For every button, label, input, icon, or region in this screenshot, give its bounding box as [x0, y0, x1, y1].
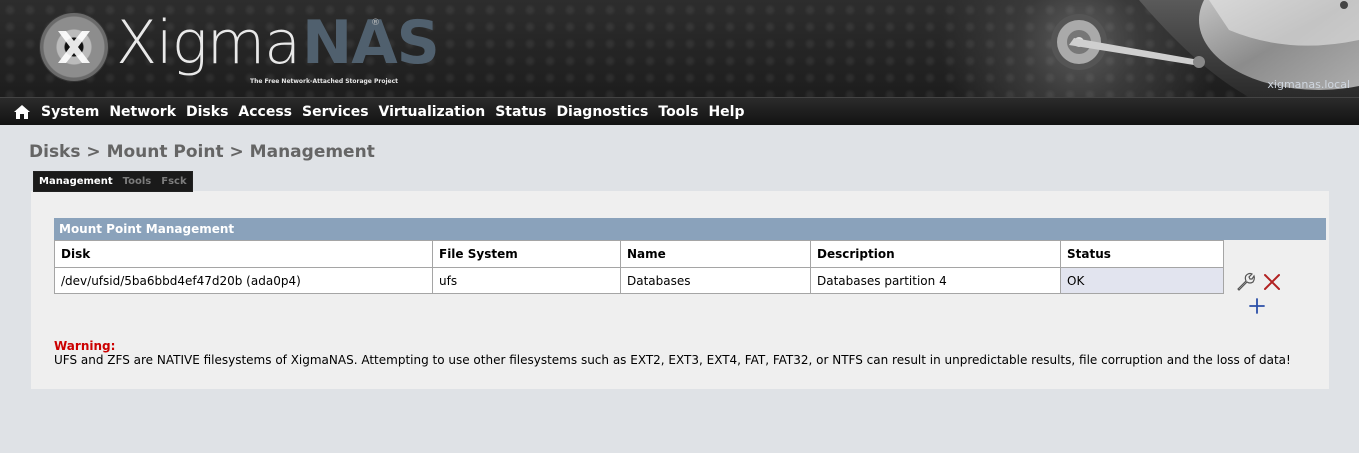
warning-body: UFS and ZFS are NATIVE filesystems of Xi… [54, 353, 1291, 367]
menu-tools[interactable]: Tools [658, 104, 698, 120]
tab-fsck[interactable]: Fsck [156, 172, 191, 191]
logo-tagline: The Free Network-Attached Storage Projec… [250, 78, 398, 85]
menu-diagnostics[interactable]: Diagnostics [556, 104, 648, 120]
tab-tools[interactable]: Tools [118, 172, 157, 191]
main-menu-bar: System Network Disks Access Services Vir… [0, 97, 1359, 125]
delete-x-icon[interactable] [1262, 272, 1282, 292]
column-header-status: Status [1060, 240, 1224, 268]
tab-bar: Management Tools Fsck [33, 171, 193, 192]
menu-disks[interactable]: Disks [186, 104, 228, 120]
cell-disk: /dev/ufsid/5ba6bbd4ef47d20b (ada0p4) [54, 267, 433, 294]
column-header-description: Description [810, 240, 1061, 268]
cell-status: OK [1060, 267, 1224, 294]
cell-name: Databases [620, 267, 811, 294]
mount-point-table: Disk File System Name Description Status… [54, 240, 1224, 294]
column-header-disk: Disk [54, 240, 433, 268]
menu-system[interactable]: System [41, 104, 99, 120]
header-banner: XigmaNAS ® The Free Network-Attached Sto… [0, 0, 1359, 97]
menu-access[interactable]: Access [238, 104, 292, 120]
column-header-name: Name [620, 240, 811, 268]
cell-file-system: ufs [432, 267, 621, 294]
table-header-row: Disk File System Name Description Status [54, 240, 1224, 268]
hostname-label: xigmanas.local [1267, 78, 1350, 91]
cell-description: Databases partition 4 [810, 267, 1061, 294]
table-row[interactable]: /dev/ufsid/5ba6bbd4ef47d20b (ada0p4) ufs… [54, 267, 1224, 294]
add-plus-icon[interactable] [1249, 298, 1265, 314]
logo-xigma: Xigma [116, 8, 301, 78]
menu-network[interactable]: Network [109, 104, 176, 120]
home-icon[interactable] [13, 104, 31, 120]
menu-help[interactable]: Help [708, 104, 744, 120]
menu-services[interactable]: Services [302, 104, 369, 120]
logo-registered-mark: ® [371, 18, 380, 28]
column-header-file-system: File System [432, 240, 621, 268]
logo-text: XigmaNAS [116, 6, 440, 80]
xigmanas-logo[interactable]: XigmaNAS ® The Free Network-Attached Sto… [40, 6, 440, 86]
tab-management[interactable]: Management [34, 172, 118, 191]
section-title: Mount Point Management [54, 218, 1326, 240]
warning-message: Warning: UFS and ZFS are NATIVE filesyst… [54, 339, 1291, 367]
logo-x-icon [58, 31, 90, 63]
warning-title: Warning: [54, 339, 116, 353]
row-actions [1235, 270, 1295, 318]
menu-virtualization[interactable]: Virtualization [379, 104, 486, 120]
wrench-icon[interactable] [1235, 272, 1255, 292]
breadcrumb: Disks > Mount Point > Management [29, 142, 375, 162]
menu-status[interactable]: Status [495, 104, 546, 120]
